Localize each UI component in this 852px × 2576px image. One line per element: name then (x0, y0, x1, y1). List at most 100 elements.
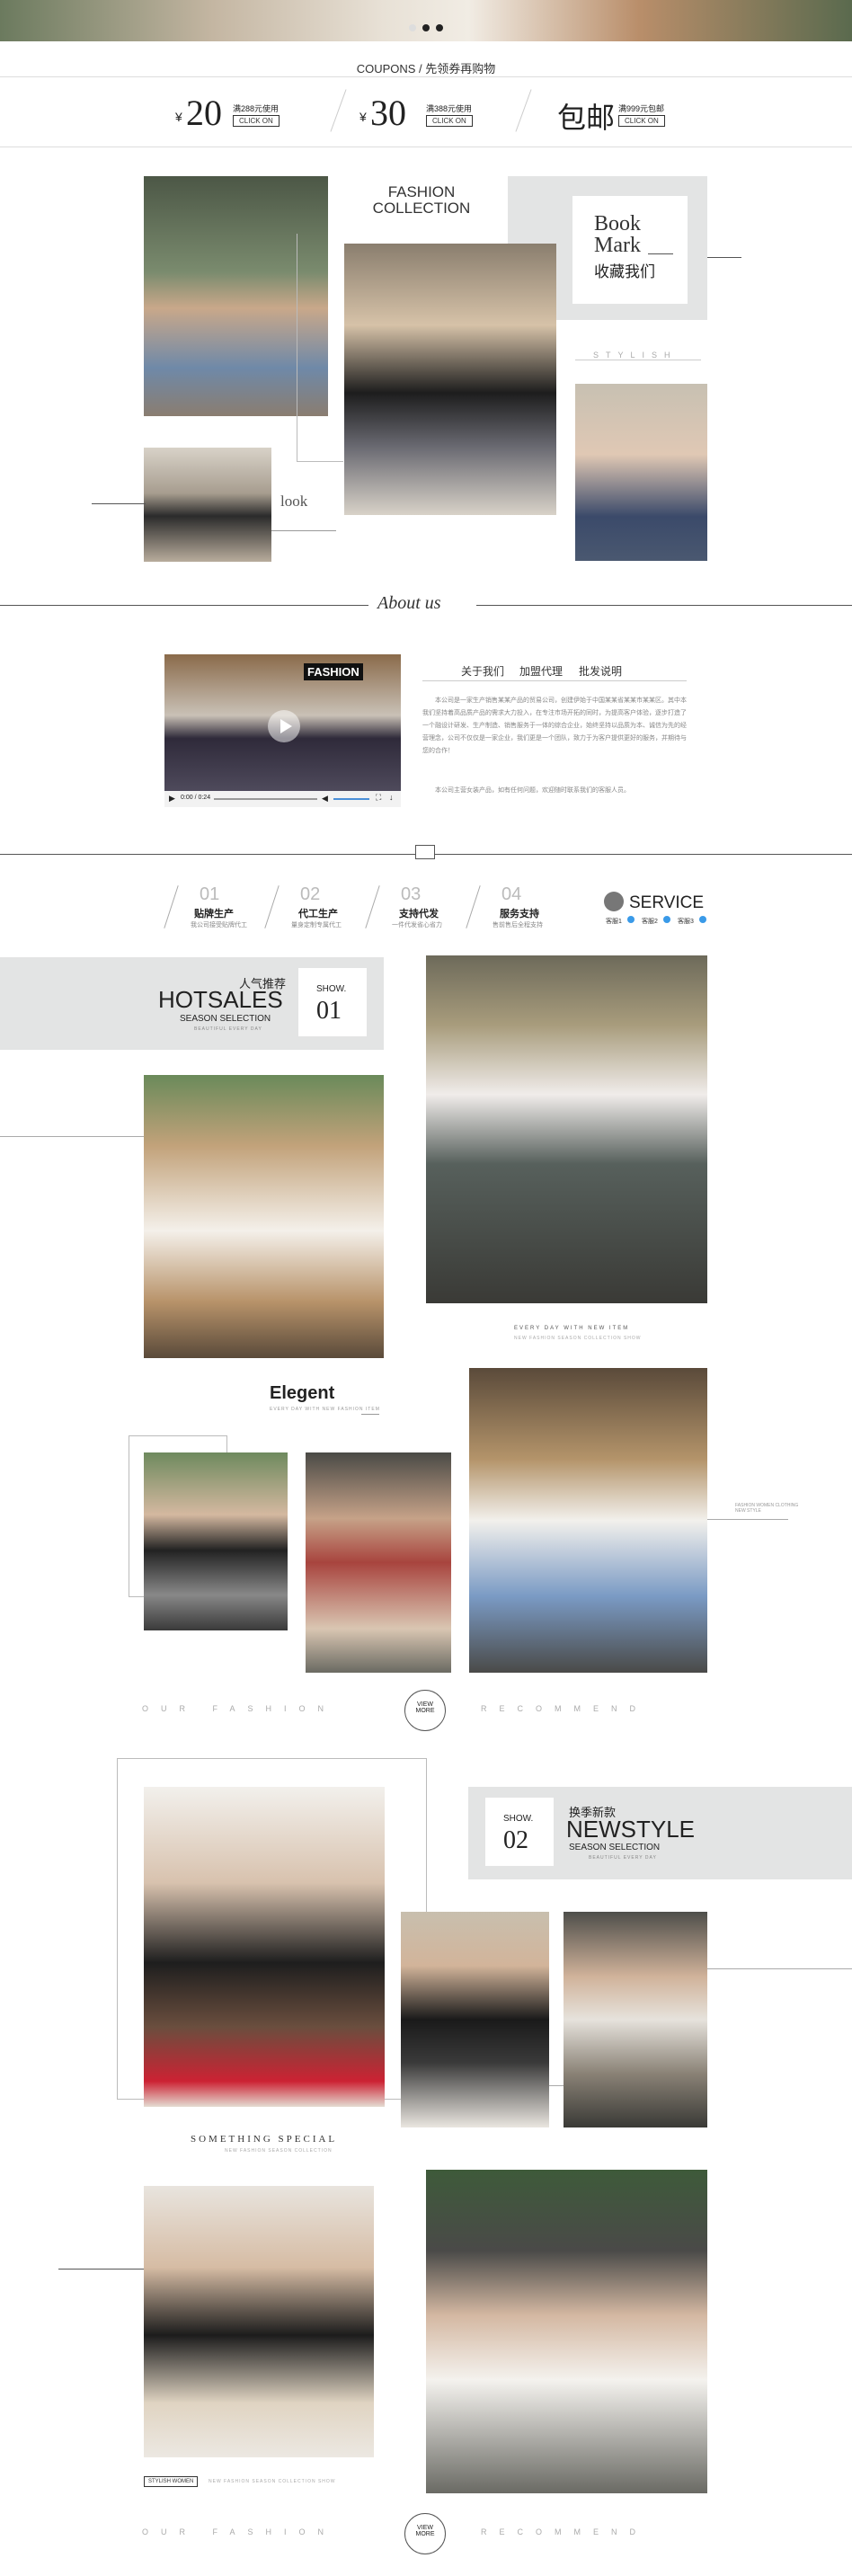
service-desc: 售前售后全程支持 (493, 922, 543, 928)
elegent-title: Elegent (270, 1383, 335, 1403)
qq-icon[interactable] (627, 916, 635, 923)
photo-black-tee-brown-skirt[interactable] (144, 1787, 385, 2107)
photo-green-trench[interactable] (144, 176, 328, 416)
hotsales-tiny: BEAUTIFUL EVERY DAY (194, 1026, 262, 1032)
stylish-tag[interactable]: STYLISH WOMEN (144, 2476, 199, 2487)
fashion-title-line2: COLLECTION (372, 200, 471, 217)
special-title: SOMETHING SPECIAL (191, 2134, 338, 2145)
volume-icon[interactable]: ◀ (322, 794, 328, 804)
photo-red-tank[interactable] (306, 1452, 451, 1673)
coupon-button[interactable]: CLICK ON (618, 115, 665, 127)
play-control-icon[interactable]: ▶ (169, 794, 175, 804)
view-more-button[interactable]: VIEW MORE (404, 1690, 446, 1731)
photo-black-vest-bag[interactable] (401, 1912, 549, 2127)
elegent-side-note: FASHION WOMEN CLOTHING NEW STYLE (735, 1503, 799, 1514)
qq-icon[interactable] (699, 916, 706, 923)
show-card-01[interactable]: SHOW. 01 (298, 968, 367, 1036)
show-card-02[interactable]: SHOW. 02 (485, 1798, 554, 1866)
special-small: NEW FASHION SEASON COLLECTION (225, 2148, 333, 2154)
photo-floral-skirt[interactable] (575, 384, 707, 561)
store-sign: FASHION (304, 663, 363, 680)
about-line-left (0, 605, 368, 606)
play-icon (280, 719, 292, 733)
service-desc: 量身定制专属代工 (291, 922, 342, 928)
coupon-button[interactable]: CLICK ON (426, 115, 473, 127)
about-paragraph-1: 本公司是一家生产销售某某产品的贸易公司，创建伊始于中国某某省某某市某某区。其中本… (422, 697, 687, 754)
video-time: 0:00 / 0:24 (181, 795, 211, 801)
bookmark-cn: 收藏我们 (594, 263, 655, 280)
frame-line (297, 461, 343, 462)
service-item-2: 02 代工生产 量身定制专属代工 (264, 884, 366, 934)
fashion-title-line1: FASHION (387, 183, 456, 200)
view-more-label: MORE (415, 1708, 435, 1714)
qq-icon[interactable] (663, 916, 670, 923)
decor-line (0, 1136, 144, 1137)
photo-black-top-small[interactable] (144, 448, 271, 562)
coupon-button[interactable]: CLICK ON (233, 115, 280, 127)
bookmark-underline (648, 253, 673, 254)
service-desc: 我公司接受贴牌代工 (191, 922, 247, 928)
view-more-label: MORE (415, 2531, 435, 2537)
service-title: 贴牌生产 (194, 909, 234, 919)
tab-franchise[interactable]: 加盟代理 (519, 663, 563, 679)
coupon-2[interactable]: ¥ 30 满388元使用 CLICK ON (359, 90, 512, 135)
service-title: 代工生产 (298, 909, 338, 919)
coupon-3[interactable]: 包邮 满999元包邮 CLICK ON (557, 90, 710, 135)
slash (365, 885, 380, 928)
photo-black-offshoulder[interactable] (144, 1452, 288, 1630)
photo-white-blouse-window[interactable] (426, 2170, 707, 2493)
bookmark-en2: Mark (594, 234, 641, 257)
view-more-label: VIEW (417, 2525, 433, 2531)
show-label: SHOW. (316, 984, 347, 994)
progress-bar[interactable] (214, 798, 317, 800)
service-title: 服务支持 (500, 909, 539, 919)
banner-strip (0, 0, 852, 41)
video-player[interactable]: FASHION ▶ 0:00 / 0:24 ◀ ⛶ ↓ (164, 654, 401, 807)
decor-line (707, 1519, 788, 1520)
hotsales-en: HOTSALES (158, 986, 283, 1013)
banner-dot[interactable] (409, 24, 416, 31)
service-title: 支持代发 (399, 909, 439, 919)
fullscreen-icon[interactable]: ⛶ (376, 793, 381, 803)
service-label: SERVICE (629, 893, 705, 912)
coupon-1[interactable]: ¥ 20 满288元使用 CLICK ON (175, 90, 328, 135)
photo-white-blouse-skirt[interactable] (564, 1912, 707, 2127)
qq-3[interactable]: 客服3 (678, 917, 694, 926)
coupon-amount: 30 (370, 93, 406, 133)
tab-wholesale[interactable]: 批发说明 (579, 663, 622, 679)
tab-about[interactable]: 关于我们 (461, 663, 504, 679)
elegent-sub: EVERY DAY WITH NEW FASHION ITEM (270, 1407, 380, 1412)
photo-white-shirt-jeans[interactable] (469, 1368, 707, 1673)
bookmark-card[interactable]: Book Mark 收藏我们 (572, 196, 688, 304)
slash (164, 885, 179, 928)
coupon-condition: 满388元使用 (426, 104, 473, 113)
coupon-condition: 满288元使用 (233, 104, 280, 113)
qq-2[interactable]: 客服2 (642, 917, 658, 926)
qq-1[interactable]: 客服1 (606, 917, 622, 926)
service-num: 02 (300, 884, 321, 904)
tabs-underline (422, 680, 687, 681)
decor-line (92, 503, 146, 504)
coupon-condition: 满999元包邮 (618, 104, 665, 113)
service-item-4: 04 服务支持 售前售后全程支持 (466, 884, 567, 934)
photo-white-dress-hat[interactable] (144, 1075, 384, 1358)
service-block[interactable]: SERVICE 客服1 客服2 客服3 (604, 890, 712, 930)
play-button[interactable] (268, 710, 300, 742)
hotsales-caption-small: NEW FASHION SEASON COLLECTION SHOW (514, 1336, 642, 1341)
photo-white-blouse-hat[interactable] (426, 955, 707, 1303)
decor-line (271, 530, 336, 531)
newstyle-tiny: BEAUTIFUL EVERY DAY (589, 1855, 657, 1861)
coupons-title: COUPONS / 先领券再购物 (356, 62, 496, 76)
show-num: 01 (316, 997, 342, 1025)
banner-dot-active[interactable] (422, 24, 430, 31)
hotsales-caption: EVERY DAY WITH NEW ITEM (514, 1326, 630, 1331)
banner-dot[interactable] (436, 24, 443, 31)
video-controls[interactable]: ▶ 0:00 / 0:24 ◀ ⛶ ↓ (164, 791, 401, 807)
view-more-button[interactable]: VIEW MORE (404, 2513, 446, 2554)
service-item-3: 03 支持代发 一件代发省心省力 (365, 884, 466, 934)
photo-black-cami-center[interactable] (344, 244, 556, 515)
volume-bar[interactable] (333, 798, 369, 800)
photo-black-coldshoulder[interactable] (144, 2186, 374, 2457)
slash (264, 885, 280, 928)
download-icon[interactable]: ↓ (389, 793, 394, 802)
